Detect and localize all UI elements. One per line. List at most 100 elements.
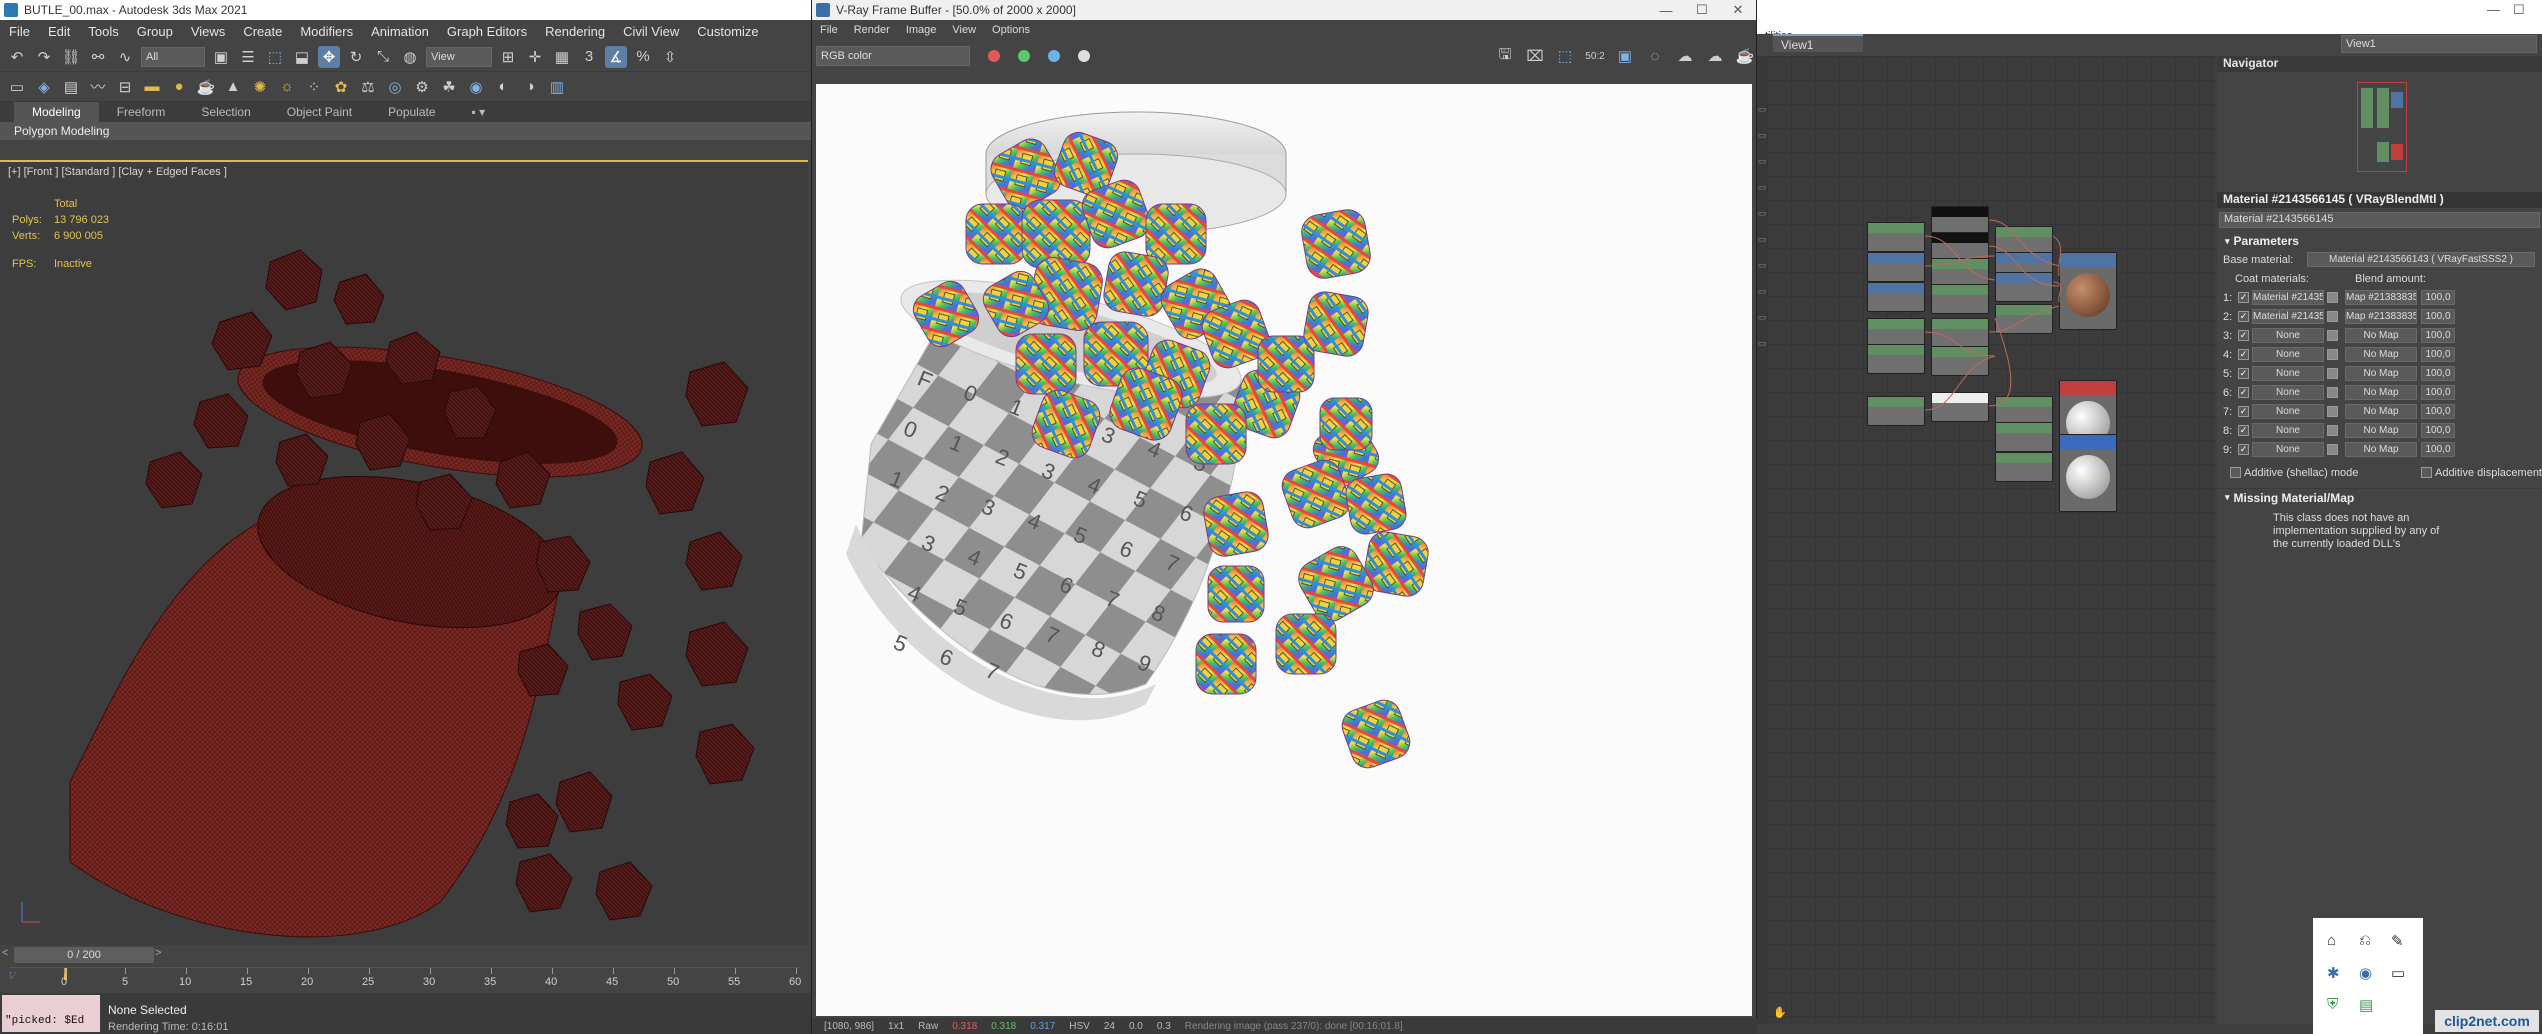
coat-enable-checkbox[interactable]: ✓ (2238, 406, 2249, 417)
coat-enable-checkbox[interactable]: ✓ (2238, 330, 2249, 341)
green-channel-icon[interactable] (1018, 50, 1030, 62)
material-name-field[interactable]: Material #2143566145 (2219, 212, 2540, 228)
tab-view1[interactable]: View1 (1773, 34, 1863, 52)
render-last-icon[interactable]: ◌ (1644, 45, 1666, 67)
coat-enable-checkbox[interactable]: ✓ (2238, 311, 2249, 322)
missing-rollout[interactable]: ▾ Missing Material/Map (2217, 488, 2542, 506)
blend-amount-spinner[interactable]: 100,0 (2421, 442, 2455, 457)
coat-material-button[interactable]: None (2252, 404, 2324, 419)
vfb-menu-image[interactable]: Image (898, 24, 945, 36)
blend-map-button[interactable]: Map #2138383561 (2345, 290, 2417, 305)
render-icon[interactable]: ☘ (438, 76, 460, 98)
select-by-name-icon[interactable]: ☰ (237, 46, 259, 68)
coat-material-button[interactable]: None (2252, 347, 2324, 362)
coat-enable-checkbox[interactable]: ✓ (2238, 292, 2249, 303)
save-image-icon[interactable]: 🖫 (1494, 45, 1516, 67)
blend-map-button[interactable]: No Map (2345, 423, 2417, 438)
time-ruler[interactable]: 0 5 10 15 20 25 30 35 40 45 50 55 60 (10, 967, 801, 991)
tray-usb-icon[interactable]: ⎌ (2359, 932, 2377, 950)
blend-map-button[interactable]: Map #2138383561 (2345, 309, 2417, 324)
maximize-icon[interactable]: ☐ (1684, 2, 1720, 18)
schematic-view-icon[interactable]: ⊟ (114, 76, 136, 98)
material-editor-icon[interactable]: ✿ (330, 76, 352, 98)
blend-amount-spinner[interactable]: 100,0 (2421, 404, 2455, 419)
scale-icon[interactable]: ⤡ (372, 46, 394, 68)
raw-label[interactable]: Raw (918, 1021, 938, 1032)
coat-map-toggle[interactable] (2327, 311, 2338, 322)
region-render-icon[interactable]: ⬚ (1554, 45, 1576, 67)
menu-edit[interactable]: Edit (39, 24, 79, 39)
globe-icon[interactable]: ◉ (465, 76, 487, 98)
menu-group[interactable]: Group (128, 24, 182, 39)
pixel-zoom[interactable]: 1x1 (888, 1021, 904, 1032)
blend-amount-spinner[interactable]: 100,0 (2421, 366, 2455, 381)
ref-coord-dropdown[interactable]: View (426, 46, 492, 67)
menu-create[interactable]: Create (234, 24, 291, 39)
channel-dropdown[interactable]: RGB color (816, 46, 970, 66)
render-frame-icon[interactable]: ⚙ (411, 76, 433, 98)
node-view[interactable]: ✋ (1767, 56, 2215, 1024)
unlink-icon[interactable]: ⚯ (87, 46, 109, 68)
teapot-render-icon[interactable]: ☕ (1734, 45, 1756, 67)
render-icon[interactable]: ☁ (1674, 45, 1696, 67)
tray-shield-icon[interactable]: ⛨ (2327, 996, 2345, 1014)
base-material-button[interactable]: Material #2143566143 ( VRayFastSSS2 ) (2307, 252, 2535, 267)
time-slider[interactable]: 0 / 200 (14, 947, 154, 963)
render-setup-icon[interactable]: ◎ (384, 76, 406, 98)
blend-map-button[interactable]: No Map (2345, 366, 2417, 381)
curve-editor-icon[interactable]: 〰 (87, 76, 109, 98)
coat-enable-checkbox[interactable]: ✓ (2238, 387, 2249, 398)
percent-snap-icon[interactable]: % (632, 46, 654, 68)
menu-tools[interactable]: Tools (79, 24, 127, 39)
keyboard-shortcut-icon[interactable]: ▦ (551, 46, 573, 68)
blend-amount-spinner[interactable]: 100,0 (2421, 423, 2455, 438)
coat-map-toggle[interactable] (2327, 368, 2338, 379)
select-manipulate-icon[interactable]: ✛ (524, 46, 546, 68)
blend-amount-spinner[interactable]: 100,0 (2421, 290, 2455, 305)
rotate-icon[interactable]: ↻ (345, 46, 367, 68)
tray-app-icon[interactable]: ▤ (2359, 996, 2377, 1014)
link-icon[interactable]: ⛓ (60, 46, 82, 68)
tray-bluetooth-icon[interactable]: ✱ (2327, 964, 2345, 982)
red-channel-icon[interactable] (988, 50, 1000, 62)
tray-pen-icon[interactable]: ✎ (2391, 932, 2409, 950)
blend-amount-spinner[interactable]: 100,0 (2421, 385, 2455, 400)
menu-views[interactable]: Views (182, 24, 234, 39)
vray-icon[interactable]: ◐ (492, 76, 514, 98)
box-icon[interactable]: ▬ (141, 76, 163, 98)
timeline-prev-icon[interactable]: < (2, 947, 8, 959)
blend-map-button[interactable]: No Map (2345, 442, 2417, 457)
selection-filter-dropdown[interactable]: All (141, 46, 205, 67)
vray-lights-icon[interactable]: ◑ (519, 76, 541, 98)
menu-customize[interactable]: Customize (688, 24, 767, 39)
tray-globe-icon[interactable]: ◉ (2359, 964, 2377, 982)
tab-modeling[interactable]: Modeling (14, 102, 99, 122)
menu-graph-editors[interactable]: Graph Editors (438, 24, 536, 39)
array-icon[interactable]: ⁘ (303, 76, 325, 98)
blend-map-button[interactable]: No Map (2345, 328, 2417, 343)
bind-spacewarp-icon[interactable]: ∿ (114, 46, 136, 68)
menu-civil-view[interactable]: Civil View (614, 24, 688, 39)
polygon-modeling-label[interactable]: Polygon Modeling (14, 124, 109, 138)
tab-object-paint[interactable]: Object Paint (269, 105, 370, 122)
vfb-menu-file[interactable]: File (812, 24, 846, 36)
sphere-icon[interactable]: ● (168, 76, 190, 98)
angle-snap-icon[interactable]: ∡ (605, 45, 627, 68)
coat-map-toggle[interactable] (2327, 292, 2338, 303)
viewport-front[interactable]: [+] [Front ] [Standard ] [Clay + Edged F… (0, 160, 808, 945)
mono-icon[interactable] (1078, 50, 1090, 62)
coat-material-button[interactable]: Material #2143566144 (2252, 290, 2324, 305)
vfb-menu-render[interactable]: Render (846, 24, 898, 36)
window-crossing-icon[interactable]: ⬓ (291, 46, 313, 68)
vfb-menu-options[interactable]: Options (984, 24, 1038, 36)
rect-selection-icon[interactable]: ⬚ (264, 46, 286, 68)
coat-map-toggle[interactable] (2327, 425, 2338, 436)
maxscript-listener[interactable]: "picked: $Ed (2, 995, 100, 1032)
tab-populate[interactable]: Populate (370, 105, 453, 122)
vray-vfb-icon[interactable]: ▥ (546, 76, 568, 98)
slate-maximize-icon[interactable]: ☐ (2513, 2, 2525, 18)
cone-icon[interactable]: ▲ (222, 76, 244, 98)
select-object-icon[interactable]: ▣ (210, 46, 232, 68)
coat-material-button[interactable]: None (2252, 366, 2324, 381)
pivot-icon[interactable]: ⊞ (497, 46, 519, 68)
